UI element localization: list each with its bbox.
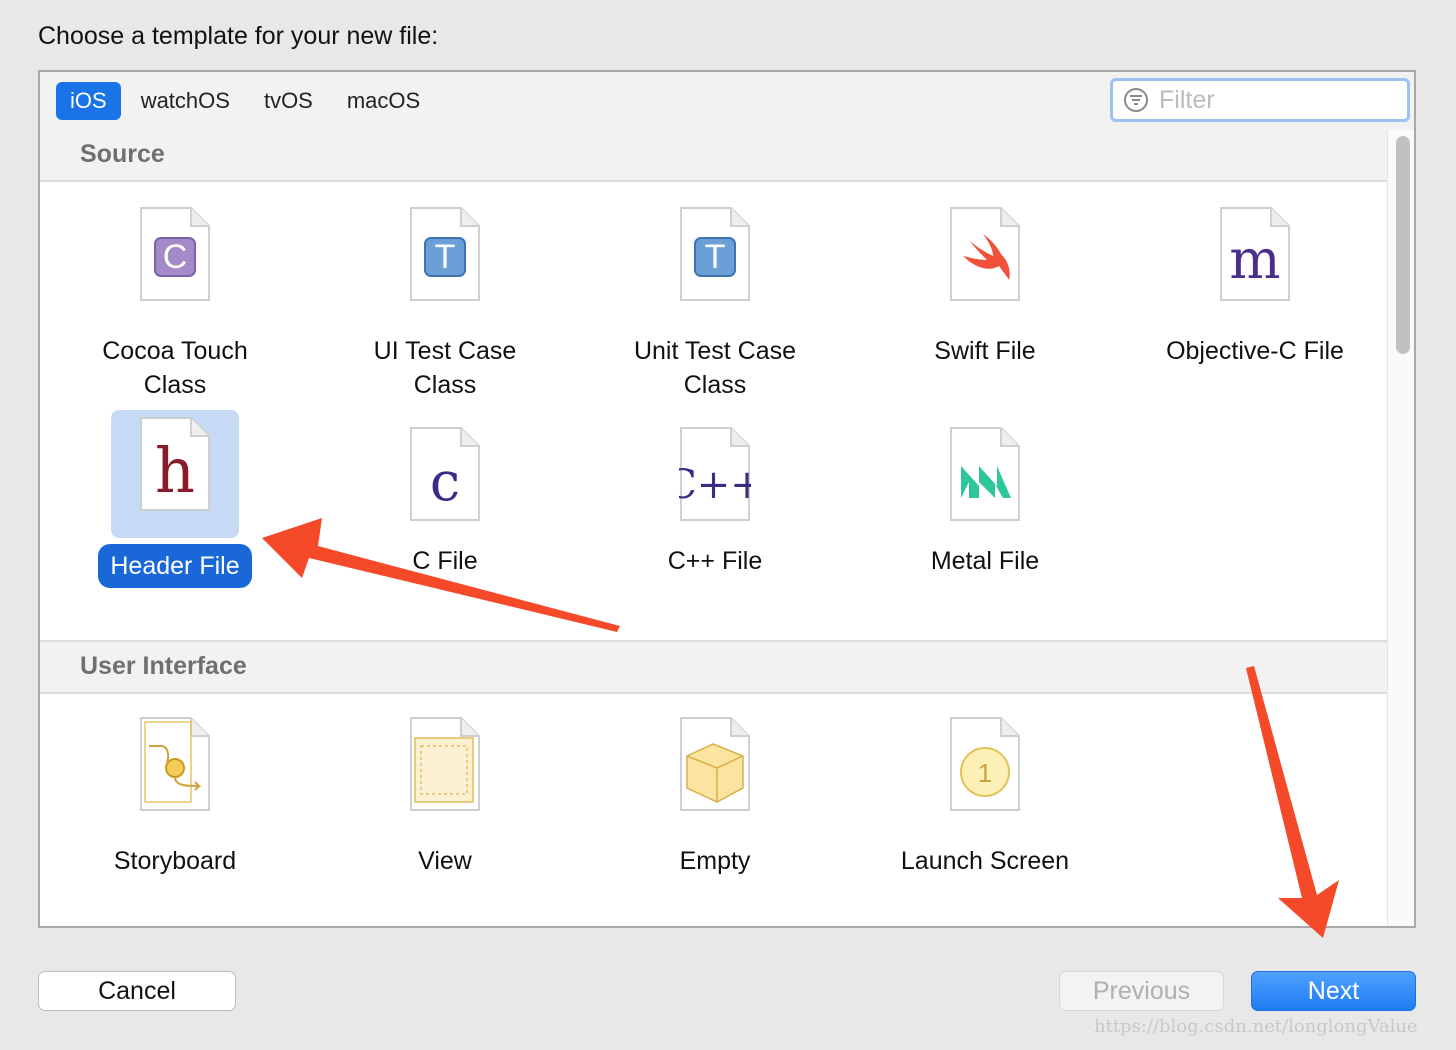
template-ui-test-case-class[interactable]: T UI Test Case Class xyxy=(310,200,580,402)
svg-text:1: 1 xyxy=(978,758,992,788)
tab-tvos[interactable]: tvOS xyxy=(250,82,327,120)
tab-macos[interactable]: macOS xyxy=(333,82,434,120)
svg-text:h: h xyxy=(155,434,195,507)
template-label: Header File xyxy=(40,544,310,588)
template-label: Empty xyxy=(679,847,751,875)
template-icon-box: C xyxy=(111,200,239,328)
template-icon-box xyxy=(651,710,779,838)
template-label: UI Test Case Class xyxy=(373,337,517,399)
objective-c-icon: m xyxy=(1220,207,1290,301)
next-button[interactable]: Next xyxy=(1251,971,1416,1011)
dialog-prompt: Choose a template for your new file: xyxy=(38,22,439,50)
svg-text:C: C xyxy=(163,238,188,276)
template-swift-file[interactable]: Swift File xyxy=(850,200,1120,368)
template-label: Storyboard xyxy=(113,847,237,875)
template-label: Unit Test Case Class xyxy=(633,337,797,399)
section-header-user-interface: User Interface xyxy=(40,640,1387,694)
tab-ios[interactable]: iOS xyxy=(56,82,121,120)
template-list: Source C Cocoa Touch Class T UI Test Cas… xyxy=(40,130,1387,926)
filter-input[interactable] xyxy=(1157,84,1401,116)
template-objective-c-file[interactable]: m Objective-C File xyxy=(1120,200,1387,368)
section-title-source: Source xyxy=(80,140,165,168)
watermark: https://blog.csdn.net/longlongValue xyxy=(1094,1016,1418,1037)
selected-label: Header File xyxy=(98,544,252,588)
unit-test-case-icon: T xyxy=(680,207,750,301)
template-icon-box: h xyxy=(111,410,239,538)
template-label: Objective-C File xyxy=(1166,337,1344,365)
template-label: C++ File xyxy=(667,547,763,575)
ui-test-case-icon: T xyxy=(410,207,480,301)
section-title-user-interface: User Interface xyxy=(80,652,247,680)
template-c-file[interactable]: c C File xyxy=(310,420,580,578)
scrollbar-thumb[interactable] xyxy=(1396,136,1410,354)
swift-icon xyxy=(950,207,1020,301)
filter-icon xyxy=(1124,88,1148,112)
template-icon-box: c xyxy=(381,420,509,548)
platform-tabs: iOS watchOS tvOS macOS xyxy=(56,82,434,120)
template-label: C File xyxy=(412,547,478,575)
cocoa-touch-class-icon: C xyxy=(140,207,210,301)
template-icon-box: T xyxy=(381,200,509,328)
template-header-file[interactable]: h Header File xyxy=(40,410,310,588)
cancel-button[interactable]: Cancel xyxy=(38,971,236,1011)
template-panel: iOS watchOS tvOS macOS Source xyxy=(38,70,1416,928)
template-icon-box: C++ xyxy=(651,420,779,548)
template-icon-box: m xyxy=(1191,200,1319,328)
vertical-scrollbar[interactable] xyxy=(1387,130,1414,926)
platform-bar: iOS watchOS tvOS macOS xyxy=(40,72,1414,132)
template-metal-file[interactable]: Metal File xyxy=(850,420,1120,578)
svg-text:T: T xyxy=(705,238,726,276)
template-label: Launch Screen xyxy=(900,847,1070,875)
template-icon-box xyxy=(111,710,239,838)
metal-icon xyxy=(950,427,1020,521)
template-view[interactable]: View xyxy=(310,710,580,878)
template-unit-test-case-class[interactable]: T Unit Test Case Class xyxy=(580,200,850,402)
template-empty[interactable]: Empty xyxy=(580,710,850,878)
svg-text:c: c xyxy=(430,450,460,513)
empty-icon xyxy=(680,717,750,811)
template-label: Metal File xyxy=(930,547,1040,575)
tab-watchos[interactable]: watchOS xyxy=(127,82,244,120)
template-cpp-file[interactable]: C++ C++ File xyxy=(580,420,850,578)
template-launch-screen[interactable]: 1 Launch Screen xyxy=(850,710,1120,878)
template-label: Cocoa Touch Class xyxy=(102,337,248,399)
template-storyboard[interactable]: Storyboard xyxy=(40,710,310,878)
c-file-icon: c xyxy=(410,427,480,521)
svg-text:C++: C++ xyxy=(679,462,751,508)
template-label: Swift File xyxy=(934,337,1036,365)
view-icon xyxy=(410,717,480,811)
template-icon-box: 1 xyxy=(921,710,1049,838)
previous-button[interactable]: Previous xyxy=(1059,971,1224,1011)
filter-field[interactable] xyxy=(1110,78,1410,122)
header-file-icon: h xyxy=(140,417,210,511)
template-icon-box xyxy=(921,420,1049,548)
section-header-source: Source xyxy=(40,130,1387,182)
svg-text:m: m xyxy=(1229,228,1280,291)
storyboard-icon xyxy=(140,717,210,811)
template-label: View xyxy=(418,847,472,875)
svg-text:T: T xyxy=(435,238,456,276)
template-cocoa-touch-class[interactable]: C Cocoa Touch Class xyxy=(40,200,310,402)
template-icon-box: T xyxy=(651,200,779,328)
template-icon-box xyxy=(921,200,1049,328)
cpp-file-icon: C++ xyxy=(679,427,751,521)
template-icon-box xyxy=(381,710,509,838)
launch-screen-icon: 1 xyxy=(950,717,1020,811)
